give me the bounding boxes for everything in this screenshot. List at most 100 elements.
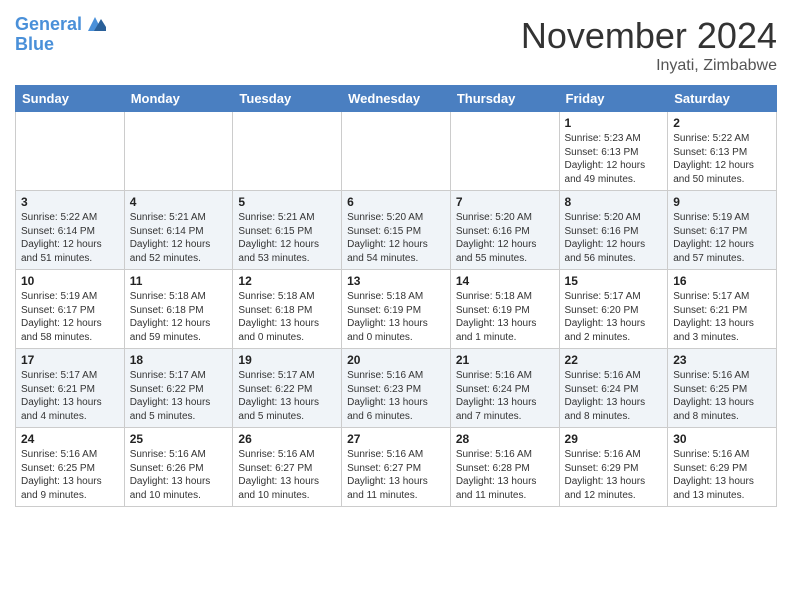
table-row: 4 Sunrise: 5:21 AM Sunset: 6:14 PM Daylig… (124, 191, 233, 270)
col-monday: Monday (124, 86, 233, 112)
col-saturday: Saturday (668, 86, 777, 112)
day-info: Sunrise: 5:16 AM Sunset: 6:25 PM Dayligh… (673, 369, 771, 423)
day-number: 2 (673, 116, 771, 130)
day-info: Sunrise: 5:22 AM Sunset: 6:14 PM Dayligh… (21, 211, 119, 265)
logo-icon (84, 13, 106, 35)
day-info: Sunrise: 5:16 AM Sunset: 6:23 PM Dayligh… (347, 369, 445, 423)
table-row: 23 Sunrise: 5:16 AM Sunset: 6:25 PM Dayli… (668, 349, 777, 428)
day-info: Sunrise: 5:16 AM Sunset: 6:24 PM Dayligh… (456, 369, 554, 423)
day-number: 13 (347, 274, 445, 288)
logo-text: General (15, 15, 82, 35)
table-row (450, 112, 559, 191)
table-row: 2 Sunrise: 5:22 AM Sunset: 6:13 PM Daylig… (668, 112, 777, 191)
logo: General Blue (15, 15, 106, 55)
day-info: Sunrise: 5:16 AM Sunset: 6:27 PM Dayligh… (347, 448, 445, 502)
day-number: 1 (565, 116, 663, 130)
day-info: Sunrise: 5:17 AM Sunset: 6:22 PM Dayligh… (238, 369, 336, 423)
calendar-table: Sunday Monday Tuesday Wednesday Thursday… (15, 85, 777, 507)
day-number: 8 (565, 195, 663, 209)
day-number: 29 (565, 432, 663, 446)
day-info: Sunrise: 5:18 AM Sunset: 6:19 PM Dayligh… (347, 290, 445, 344)
day-info: Sunrise: 5:21 AM Sunset: 6:15 PM Dayligh… (238, 211, 336, 265)
day-number: 7 (456, 195, 554, 209)
table-row: 30Sunrise: 5:16 AM Sunset: 6:29 PM Dayli… (668, 428, 777, 507)
day-number: 9 (673, 195, 771, 209)
day-number: 28 (456, 432, 554, 446)
day-info: Sunrise: 5:16 AM Sunset: 6:27 PM Dayligh… (238, 448, 336, 502)
page-container: General Blue November 2024 Inyati, Zimba… (0, 0, 792, 517)
col-friday: Friday (559, 86, 668, 112)
day-number: 25 (130, 432, 228, 446)
day-info: Sunrise: 5:17 AM Sunset: 6:22 PM Dayligh… (130, 369, 228, 423)
table-row: 5 Sunrise: 5:21 AM Sunset: 6:15 PM Daylig… (233, 191, 342, 270)
day-info: Sunrise: 5:23 AM Sunset: 6:13 PM Dayligh… (565, 132, 663, 186)
day-info: Sunrise: 5:16 AM Sunset: 6:26 PM Dayligh… (130, 448, 228, 502)
day-number: 19 (238, 353, 336, 367)
day-number: 26 (238, 432, 336, 446)
day-info: Sunrise: 5:18 AM Sunset: 6:18 PM Dayligh… (238, 290, 336, 344)
day-info: Sunrise: 5:16 AM Sunset: 6:28 PM Dayligh… (456, 448, 554, 502)
calendar-week-row: 24 Sunrise: 5:16 AM Sunset: 6:25 PM Dayli… (16, 428, 777, 507)
day-info: Sunrise: 5:16 AM Sunset: 6:25 PM Dayligh… (21, 448, 119, 502)
calendar-week-row: 17 Sunrise: 5:17 AM Sunset: 6:21 PM Dayli… (16, 349, 777, 428)
day-number: 10 (21, 274, 119, 288)
day-info: Sunrise: 5:22 AM Sunset: 6:13 PM Dayligh… (673, 132, 771, 186)
table-row: 22 Sunrise: 5:16 AM Sunset: 6:24 PM Dayli… (559, 349, 668, 428)
col-sunday: Sunday (16, 86, 125, 112)
table-row (16, 112, 125, 191)
table-row: 12Sunrise: 5:18 AM Sunset: 6:18 PM Dayli… (233, 270, 342, 349)
day-number: 6 (347, 195, 445, 209)
day-number: 27 (347, 432, 445, 446)
day-info: Sunrise: 5:17 AM Sunset: 6:20 PM Dayligh… (565, 290, 663, 344)
table-row: 29 Sunrise: 5:16 AM Sunset: 6:29 PM Dayli… (559, 428, 668, 507)
day-number: 5 (238, 195, 336, 209)
table-row: 9 Sunrise: 5:19 AM Sunset: 6:17 PM Daylig… (668, 191, 777, 270)
location-subtitle: Inyati, Zimbabwe (521, 57, 777, 75)
table-row: 1 Sunrise: 5:23 AM Sunset: 6:13 PM Daylig… (559, 112, 668, 191)
day-number: 15 (565, 274, 663, 288)
day-info: Sunrise: 5:16 AM Sunset: 6:29 PM Dayligh… (565, 448, 663, 502)
table-row: 10 Sunrise: 5:19 AM Sunset: 6:17 PM Dayli… (16, 270, 125, 349)
day-info: Sunrise: 5:17 AM Sunset: 6:21 PM Dayligh… (673, 290, 771, 344)
day-number: 22 (565, 353, 663, 367)
day-info: Sunrise: 5:20 AM Sunset: 6:16 PM Dayligh… (456, 211, 554, 265)
day-info: Sunrise: 5:18 AM Sunset: 6:18 PM Dayligh… (130, 290, 228, 344)
table-row: 19 Sunrise: 5:17 AM Sunset: 6:22 PM Dayli… (233, 349, 342, 428)
table-row: 26 Sunrise: 5:16 AM Sunset: 6:27 PM Dayli… (233, 428, 342, 507)
day-info: Sunrise: 5:19 AM Sunset: 6:17 PM Dayligh… (21, 290, 119, 344)
table-row: 15 Sunrise: 5:17 AM Sunset: 6:20 PM Dayli… (559, 270, 668, 349)
calendar-week-row: 3Sunrise: 5:22 AM Sunset: 6:14 PM Daylig… (16, 191, 777, 270)
day-number: 4 (130, 195, 228, 209)
day-number: 21 (456, 353, 554, 367)
month-title: November 2024 (521, 15, 777, 57)
day-info: Sunrise: 5:18 AM Sunset: 6:19 PM Dayligh… (456, 290, 554, 344)
day-info: Sunrise: 5:16 AM Sunset: 6:24 PM Dayligh… (565, 369, 663, 423)
calendar-week-row: 10 Sunrise: 5:19 AM Sunset: 6:17 PM Dayli… (16, 270, 777, 349)
page-header: General Blue November 2024 Inyati, Zimba… (15, 15, 777, 75)
calendar-header-row: Sunday Monday Tuesday Wednesday Thursday… (16, 86, 777, 112)
table-row: 8Sunrise: 5:20 AM Sunset: 6:16 PM Daylig… (559, 191, 668, 270)
table-row (342, 112, 451, 191)
table-row: 28 Sunrise: 5:16 AM Sunset: 6:28 PM Dayli… (450, 428, 559, 507)
day-number: 24 (21, 432, 119, 446)
table-row (124, 112, 233, 191)
table-row: 3Sunrise: 5:22 AM Sunset: 6:14 PM Daylig… (16, 191, 125, 270)
day-info: Sunrise: 5:20 AM Sunset: 6:15 PM Dayligh… (347, 211, 445, 265)
day-info: Sunrise: 5:21 AM Sunset: 6:14 PM Dayligh… (130, 211, 228, 265)
col-wednesday: Wednesday (342, 86, 451, 112)
table-row: 16Sunrise: 5:17 AM Sunset: 6:21 PM Dayli… (668, 270, 777, 349)
day-number: 14 (456, 274, 554, 288)
day-number: 20 (347, 353, 445, 367)
day-number: 18 (130, 353, 228, 367)
day-number: 23 (673, 353, 771, 367)
table-row: 21 Sunrise: 5:16 AM Sunset: 6:24 PM Dayli… (450, 349, 559, 428)
table-row: 17 Sunrise: 5:17 AM Sunset: 6:21 PM Dayli… (16, 349, 125, 428)
day-number: 17 (21, 353, 119, 367)
day-info: Sunrise: 5:19 AM Sunset: 6:17 PM Dayligh… (673, 211, 771, 265)
table-row: 11 Sunrise: 5:18 AM Sunset: 6:18 PM Dayli… (124, 270, 233, 349)
day-info: Sunrise: 5:17 AM Sunset: 6:21 PM Dayligh… (21, 369, 119, 423)
day-number: 11 (130, 274, 228, 288)
calendar-week-row: 1 Sunrise: 5:23 AM Sunset: 6:13 PM Daylig… (16, 112, 777, 191)
table-row (233, 112, 342, 191)
table-row: 13 Sunrise: 5:18 AM Sunset: 6:19 PM Dayli… (342, 270, 451, 349)
